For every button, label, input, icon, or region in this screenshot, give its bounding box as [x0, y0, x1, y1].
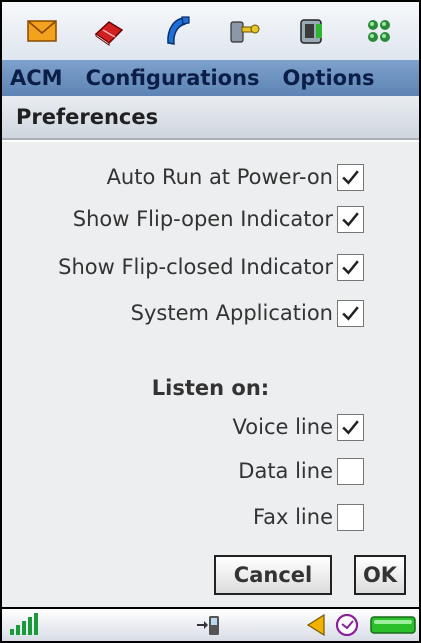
listen-row-voice: Voice line: [2, 410, 419, 444]
listen-on-heading: Listen on:: [151, 376, 270, 400]
sim-card-icon[interactable]: [294, 13, 330, 49]
pref-row-flip-closed: Show Flip-closed Indicator: [2, 250, 419, 284]
pref-label-flip-closed: Show Flip-closed Indicator: [58, 255, 333, 279]
phone-link-icon: [196, 612, 222, 638]
phone-handset-icon[interactable]: [159, 13, 195, 49]
pref-row-flip-open: Show Flip-open Indicator: [2, 202, 419, 236]
checkbox-fax-line[interactable]: [337, 503, 364, 531]
listen-label-voice: Voice line: [232, 415, 333, 439]
checkbox-voice-line[interactable]: [337, 413, 364, 441]
checkbox-flip-open[interactable]: [337, 205, 364, 233]
pref-label-system-app: System Application: [130, 301, 333, 325]
ok-button[interactable]: OK: [354, 555, 406, 595]
book-icon[interactable]: [91, 13, 127, 49]
checkbox-flip-closed[interactable]: [337, 253, 364, 281]
signal-strength-icon: [8, 611, 42, 637]
status-bar: [2, 607, 419, 641]
clock-icon[interactable]: [334, 612, 360, 638]
menu-bar: ACM Configurations Options: [2, 60, 419, 96]
apps-grid-icon[interactable]: [361, 13, 397, 49]
checkbox-system-app[interactable]: [337, 299, 364, 327]
checkmark-icon: [342, 305, 359, 321]
menu-options[interactable]: Options: [283, 66, 375, 90]
dialog-title: Preferences: [16, 105, 159, 129]
checkmark-icon: [342, 169, 359, 185]
listen-row-data: Data line: [2, 454, 419, 488]
listen-label-data: Data line: [238, 459, 333, 483]
battery-icon: [370, 615, 418, 635]
phone-screen: ACM Configurations Options Preferences A…: [0, 0, 421, 643]
menu-acm[interactable]: ACM: [10, 66, 63, 90]
dialog-title-bar: Preferences: [2, 96, 419, 140]
tools-icon[interactable]: [226, 13, 262, 49]
pref-row-auto-run: Auto Run at Power-on: [2, 160, 419, 194]
preferences-panel: Auto Run at Power-on Show Flip-open Indi…: [2, 142, 419, 607]
checkmark-icon: [342, 419, 359, 435]
app-toolbar: [2, 2, 419, 60]
listen-row-fax: Fax line: [2, 500, 419, 534]
listen-label-fax: Fax line: [252, 505, 333, 529]
pref-label-flip-open: Show Flip-open Indicator: [72, 207, 333, 231]
checkbox-data-line[interactable]: [337, 457, 364, 485]
checkbox-auto-run[interactable]: [337, 163, 364, 191]
cancel-button[interactable]: Cancel: [214, 555, 332, 595]
volume-icon[interactable]: [306, 612, 328, 638]
pref-row-system-app: System Application: [2, 296, 419, 330]
checkmark-icon: [342, 259, 359, 275]
menu-configurations[interactable]: Configurations: [86, 66, 260, 90]
checkmark-icon: [342, 211, 359, 227]
pref-label-auto-run: Auto Run at Power-on: [106, 165, 333, 189]
envelope-icon[interactable]: [24, 13, 60, 49]
